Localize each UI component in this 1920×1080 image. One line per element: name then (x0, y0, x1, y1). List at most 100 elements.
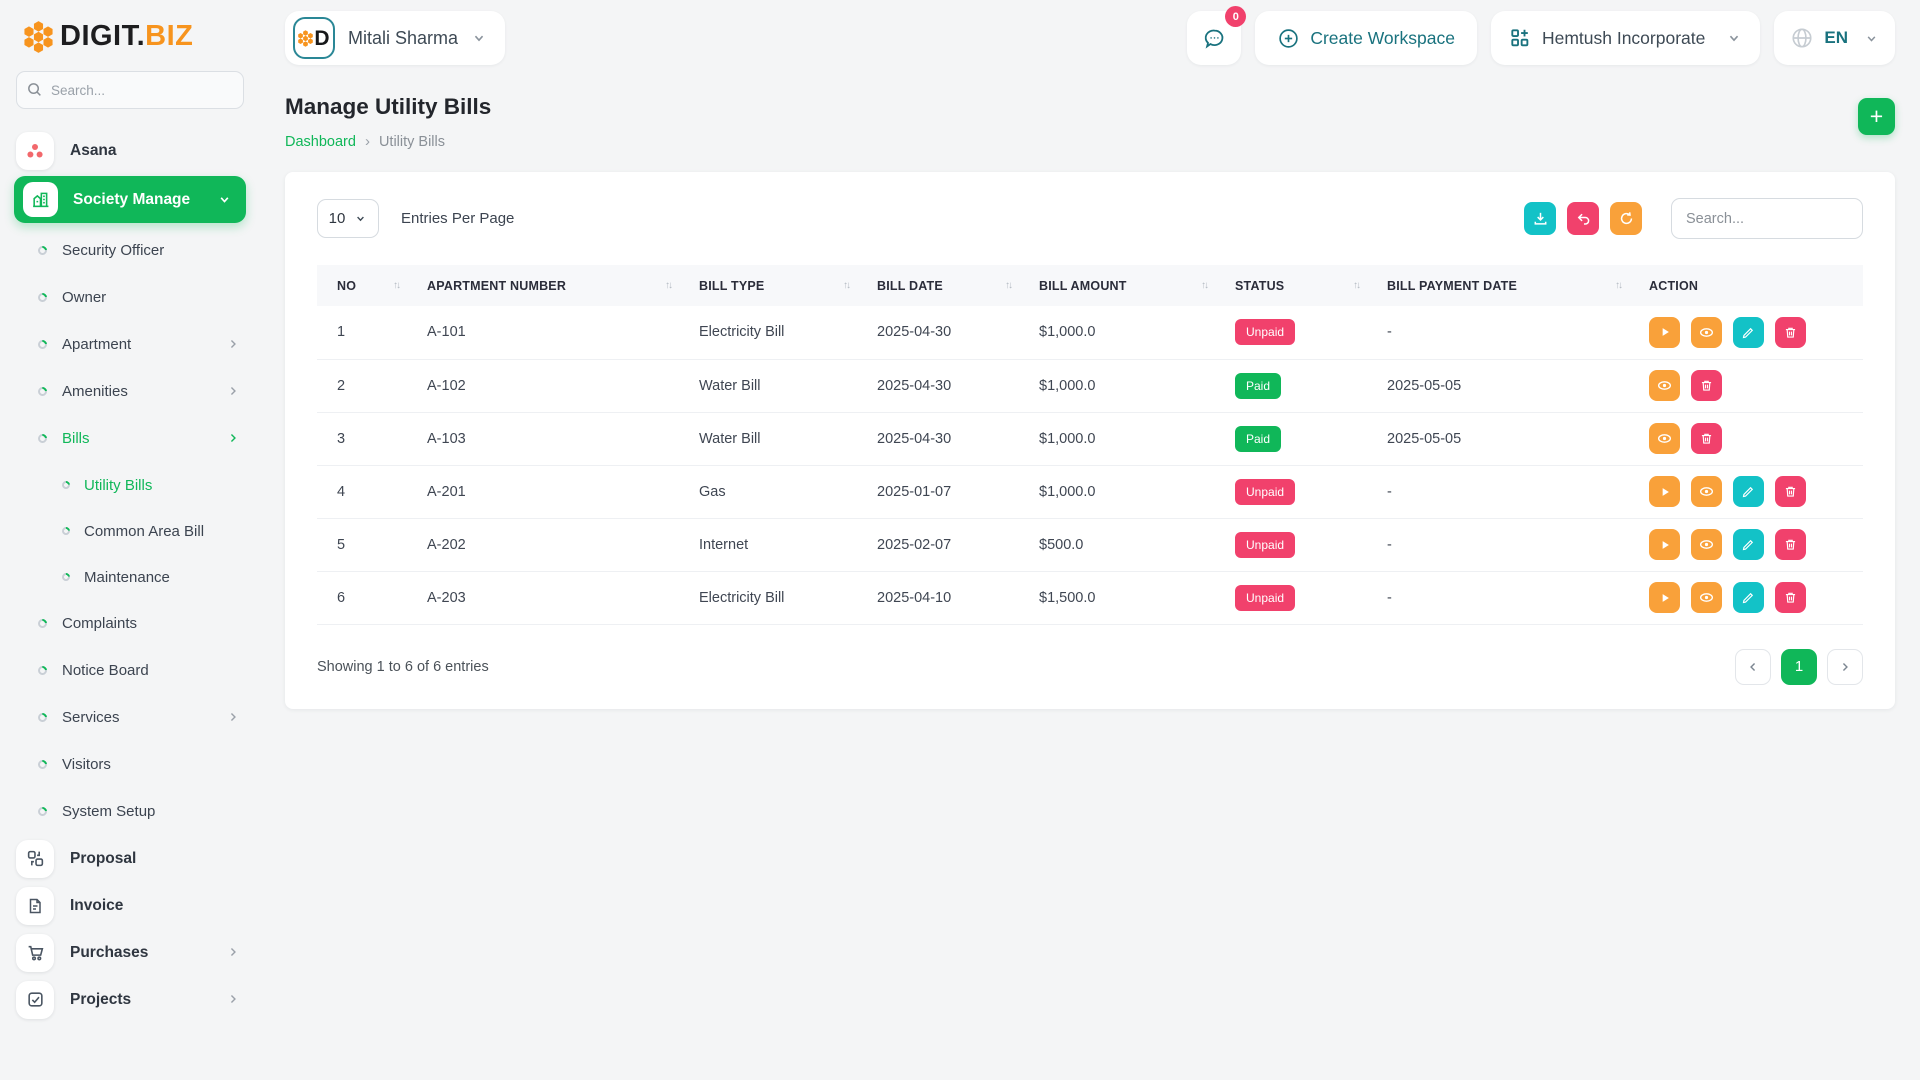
sidebar-item-visitors[interactable]: Visitors (0, 741, 260, 788)
sidebar-item-bills[interactable]: Bills (0, 415, 260, 462)
language-selector[interactable]: EN (1774, 11, 1895, 65)
column-header-bill-date[interactable]: BILL DATE↑↓ (877, 265, 1039, 306)
sidebar-item-apartment[interactable]: Apartment (0, 321, 260, 368)
pay-button[interactable] (1649, 582, 1680, 613)
pay-button[interactable] (1649, 317, 1680, 348)
delete-button[interactable] (1775, 317, 1806, 348)
edit-button[interactable] (1733, 529, 1764, 560)
sidebar-item-owner[interactable]: Owner (0, 274, 260, 321)
delete-button[interactable] (1775, 476, 1806, 507)
view-button[interactable] (1691, 476, 1722, 507)
delete-button[interactable] (1775, 582, 1806, 613)
sidebar-item-asana[interactable]: Asana (0, 127, 260, 174)
sidebar-item-society-manage[interactable]: Society Manage (14, 176, 246, 223)
table-search-input[interactable] (1671, 198, 1863, 239)
sidebar-search-input[interactable] (16, 71, 244, 109)
sidebar-item-system-setup[interactable]: System Setup (0, 788, 260, 835)
column-header-status[interactable]: STATUS↑↓ (1235, 265, 1387, 306)
sidebar-item-purchases[interactable]: Purchases (0, 929, 260, 976)
refresh-button[interactable] (1610, 202, 1642, 235)
column-header-action: ACTION (1649, 265, 1863, 306)
utility-bills-card: 10 Entries Per Page (285, 172, 1895, 709)
bullet-icon (60, 571, 71, 582)
view-button[interactable] (1691, 317, 1722, 348)
delete-button[interactable] (1691, 370, 1722, 401)
pagination-prev-button[interactable] (1735, 649, 1771, 685)
create-workspace-button[interactable]: Create Workspace (1255, 11, 1477, 65)
edit-button[interactable] (1733, 476, 1764, 507)
breadcrumb: Dashboard › Utility Bills (285, 133, 491, 150)
table-row: 4 A-201 Gas 2025-01-07 $1,000.0 Unpaid - (317, 465, 1863, 518)
sidebar-item-maintenance[interactable]: Maintenance (0, 554, 260, 600)
chevron-down-icon (471, 30, 487, 46)
workspace-grid-icon (1509, 27, 1531, 49)
sidebar-item-projects[interactable]: Projects (0, 976, 260, 1023)
chevron-right-icon (226, 992, 240, 1006)
pagination-page-1[interactable]: 1 (1781, 649, 1817, 685)
table-header-row: NO↑↓ APARTMENT NUMBER↑↓ BILL TYPE↑↓ BILL… (317, 265, 1863, 306)
status-badge: Paid (1235, 373, 1281, 399)
invoice-document-icon (16, 887, 54, 925)
bullet-icon (60, 479, 71, 490)
sidebar-search (16, 71, 244, 109)
table-row: 3 A-103 Water Bill 2025-04-30 $1,000.0 P… (317, 412, 1863, 465)
chevron-down-icon (1864, 31, 1879, 46)
entries-per-page-select[interactable]: 10 (317, 199, 379, 238)
sidebar-item-proposal[interactable]: Proposal (0, 835, 260, 882)
user-menu[interactable]: D Mitali Sharma (285, 11, 505, 65)
pagination-next-button[interactable] (1827, 649, 1863, 685)
pencil-icon (1741, 537, 1756, 552)
column-header-no[interactable]: NO↑↓ (317, 265, 427, 306)
page-title: Manage Utility Bills (285, 94, 491, 120)
page-head: Manage Utility Bills Dashboard › Utility… (285, 94, 1895, 150)
brand-hexagon-icon (298, 30, 313, 47)
sidebar-item-common-area-bill[interactable]: Common Area Bill (0, 508, 260, 554)
avatar: D (293, 17, 335, 59)
view-button[interactable] (1691, 582, 1722, 613)
sort-icon: ↑↓ (665, 280, 671, 291)
sidebar-item-complaints[interactable]: Complaints (0, 600, 260, 647)
main-area: D Mitali Sharma 0 Create Workspace (260, 0, 1920, 1080)
column-header-bill-type[interactable]: BILL TYPE↑↓ (699, 265, 877, 306)
status-badge: Unpaid (1235, 319, 1295, 345)
sidebar-item-invoice[interactable]: Invoice (0, 882, 260, 929)
chat-button[interactable]: 0 (1187, 11, 1241, 65)
edit-button[interactable] (1733, 317, 1764, 348)
column-header-apartment-number[interactable]: APARTMENT NUMBER↑↓ (427, 265, 699, 306)
export-download-button[interactable] (1524, 202, 1556, 235)
sort-icon: ↑↓ (1005, 280, 1011, 291)
column-header-bill-amount[interactable]: BILL AMOUNT↑↓ (1039, 265, 1235, 306)
undo-arrow-icon (1575, 210, 1592, 227)
delete-button[interactable] (1775, 529, 1806, 560)
pay-button[interactable] (1649, 529, 1680, 560)
view-button[interactable] (1691, 529, 1722, 560)
sidebar-item-notice-board[interactable]: Notice Board (0, 647, 260, 694)
download-icon (1532, 210, 1549, 227)
utility-bills-table: NO↑↓ APARTMENT NUMBER↑↓ BILL TYPE↑↓ BILL… (317, 265, 1863, 625)
sidebar-item-utility-bills[interactable]: Utility Bills (0, 462, 260, 508)
delete-button[interactable] (1691, 423, 1722, 454)
pagination: 1 (1735, 649, 1863, 685)
add-bill-button[interactable]: + (1858, 98, 1895, 135)
sidebar-item-amenities[interactable]: Amenities (0, 368, 260, 415)
brand-logo[interactable]: DIGIT.BIZ (0, 12, 260, 67)
breadcrumb-dashboard-link[interactable]: Dashboard (285, 134, 356, 150)
edit-button[interactable] (1733, 582, 1764, 613)
chevron-down-icon (217, 192, 232, 207)
pay-button[interactable] (1649, 476, 1680, 507)
status-badge: Unpaid (1235, 585, 1295, 611)
topbar: D Mitali Sharma 0 Create Workspace (285, 0, 1895, 76)
undo-button[interactable] (1567, 202, 1599, 235)
sidebar-item-services[interactable]: Services (0, 694, 260, 741)
eye-icon (1698, 589, 1715, 606)
workspace-switcher[interactable]: Hemtush Incorporate (1491, 11, 1760, 65)
view-button[interactable] (1649, 423, 1680, 454)
globe-icon (1790, 26, 1814, 50)
table-row: 5 A-202 Internet 2025-02-07 $500.0 Unpai… (317, 518, 1863, 571)
chevron-down-icon (1726, 30, 1742, 46)
column-header-bill-payment-date[interactable]: BILL PAYMENT DATE↑↓ (1387, 265, 1649, 306)
view-button[interactable] (1649, 370, 1680, 401)
chevron-separator-icon: › (365, 133, 370, 150)
sidebar-item-security-officer[interactable]: Security Officer (0, 227, 260, 274)
cart-icon (16, 934, 54, 972)
